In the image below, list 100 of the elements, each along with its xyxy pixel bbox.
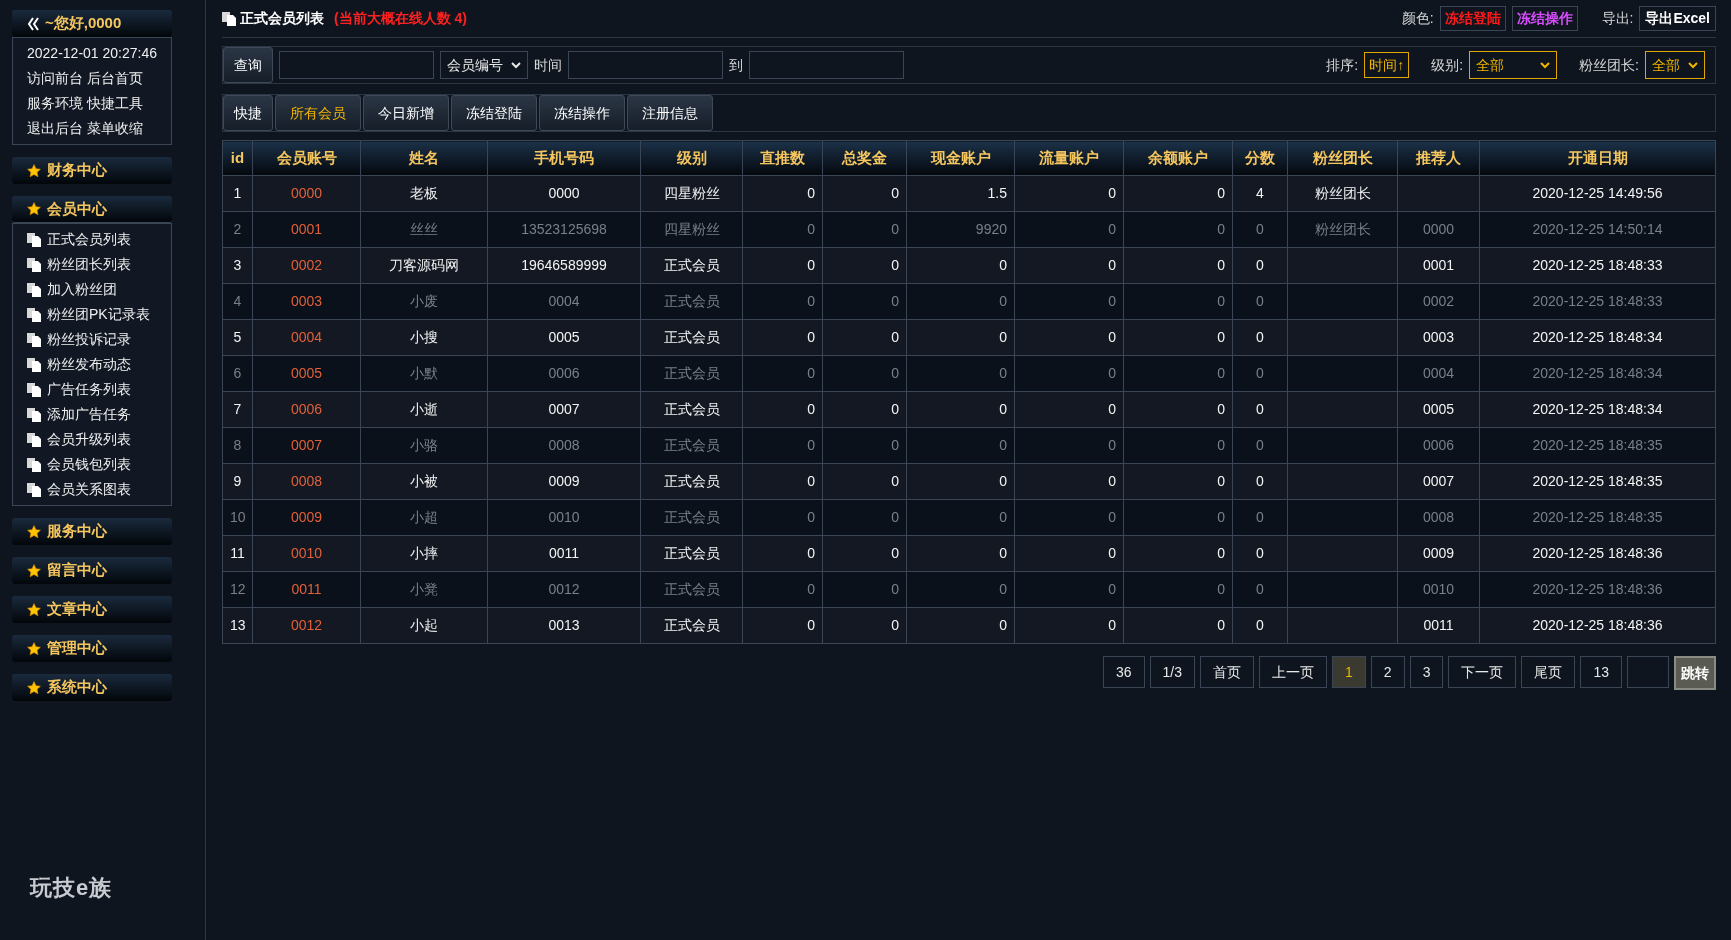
submenu-item[interactable]: 粉丝投诉记录: [27, 327, 171, 352]
page-number[interactable]: 1: [1332, 656, 1366, 688]
start-time-field[interactable]: [568, 51, 723, 79]
sidebar-link[interactable]: 快捷工具: [86, 95, 143, 111]
table-cell: 0: [1123, 535, 1233, 572]
table-cell[interactable]: 0004: [252, 319, 361, 356]
table-cell: 0013: [487, 607, 641, 644]
section-header[interactable]: 系统中心: [12, 674, 172, 701]
column-header[interactable]: 开通日期: [1479, 140, 1716, 176]
table-cell: 0000: [1397, 211, 1480, 248]
section-title: 会员中心: [47, 198, 107, 219]
search-field[interactable]: [279, 51, 434, 79]
page-field[interactable]: [1627, 656, 1669, 688]
filter-tab[interactable]: 所有会员: [275, 95, 361, 131]
submenu-item[interactable]: 粉丝团长列表: [27, 252, 171, 277]
table-cell[interactable]: 0011: [252, 571, 361, 608]
sidebar-link[interactable]: 菜单收缩: [86, 120, 143, 136]
table-cell: 正式会员: [640, 283, 743, 320]
section-header[interactable]: 留言中心: [12, 557, 172, 584]
export-button[interactable]: 导出Excel: [1639, 6, 1716, 31]
filter-tab[interactable]: 冻结操作: [539, 95, 625, 131]
page-link[interactable]: 尾页: [1521, 656, 1576, 688]
section-header[interactable]: 财务中心: [12, 157, 172, 184]
end-time-field[interactable]: [749, 51, 904, 79]
submenu-item[interactable]: 粉丝团PK记录表: [27, 302, 171, 327]
submenu-item[interactable]: 正式会员列表: [27, 227, 171, 252]
page-link[interactable]: 上一页: [1259, 656, 1328, 688]
column-header[interactable]: 级别: [640, 140, 743, 176]
column-header[interactable]: id: [222, 140, 253, 176]
table-cell[interactable]: 0009: [252, 499, 361, 536]
leader-select[interactable]: 全部: [1645, 51, 1705, 79]
table-cell[interactable]: 0000: [252, 175, 361, 212]
table-cell: 0: [906, 499, 1015, 536]
table-cell: 0011: [1397, 607, 1480, 644]
online-count: (当前大概在线人数 4): [334, 9, 467, 28]
table-cell: 0: [1232, 607, 1288, 644]
page-info: 36: [1103, 656, 1145, 688]
table-cell: 0010: [1397, 571, 1480, 608]
submenu-item[interactable]: 会员升级列表: [27, 427, 171, 452]
filter-tab[interactable]: 快捷: [223, 95, 273, 131]
column-header[interactable]: 总奖金: [822, 140, 907, 176]
table-cell[interactable]: 0010: [252, 535, 361, 572]
section-header[interactable]: 管理中心: [12, 635, 172, 662]
column-header[interactable]: 分数: [1232, 140, 1288, 176]
filter-tab[interactable]: 冻结登陆: [451, 95, 537, 131]
sidebar-link[interactable]: 访问前台: [27, 70, 83, 86]
table-cell: 正式会员: [640, 319, 743, 356]
column-header[interactable]: 余额账户: [1123, 140, 1233, 176]
filter-tab[interactable]: 今日新增: [363, 95, 449, 131]
search-button[interactable]: 查询: [223, 47, 273, 83]
page-link[interactable]: 首页: [1200, 656, 1255, 688]
column-header[interactable]: 现金账户: [906, 140, 1015, 176]
table-cell: 正式会员: [640, 427, 743, 464]
table-cell: 0: [822, 247, 907, 284]
submenu-item[interactable]: 广告任务列表: [27, 377, 171, 402]
collapse-icon[interactable]: [27, 16, 39, 31]
table-cell: 丝丝: [360, 211, 488, 248]
pages-icon: [27, 432, 41, 447]
column-header[interactable]: 姓名: [360, 140, 488, 176]
section-header[interactable]: 文章中心: [12, 596, 172, 623]
table-cell: 2020-12-25 14:49:56: [1479, 175, 1716, 212]
table-cell[interactable]: 0005: [252, 355, 361, 392]
submenu-item[interactable]: 添加广告任务: [27, 402, 171, 427]
jump-button[interactable]: 跳转: [1674, 656, 1716, 690]
page-link[interactable]: 下一页: [1448, 656, 1517, 688]
table-cell[interactable]: 0002: [252, 247, 361, 284]
table-cell[interactable]: 0001: [252, 211, 361, 248]
page-number[interactable]: 2: [1370, 656, 1405, 688]
sidebar-link[interactable]: 退出后台: [27, 120, 83, 136]
sidebar-link[interactable]: 服务环境: [27, 95, 83, 111]
section-header[interactable]: 服务中心: [12, 518, 172, 545]
sidebar-link[interactable]: 后台首页: [86, 70, 143, 86]
filter-tab[interactable]: 注册信息: [627, 95, 713, 131]
column-header[interactable]: 手机号码: [487, 140, 641, 176]
table-cell: 0: [1232, 571, 1288, 608]
level-select[interactable]: 全部: [1469, 51, 1558, 79]
section-header[interactable]: 会员中心: [12, 196, 172, 223]
column-header[interactable]: 粉丝团长: [1287, 140, 1398, 176]
table-cell: 0: [742, 211, 823, 248]
column-header[interactable]: 推荐人: [1397, 140, 1480, 176]
column-header[interactable]: 流量账户: [1014, 140, 1124, 176]
table-cell[interactable]: 0007: [252, 427, 361, 464]
column-header[interactable]: 会员账号: [252, 140, 361, 176]
page-number[interactable]: 3: [1409, 656, 1444, 688]
table-cell: 0: [1232, 211, 1288, 248]
sort-button[interactable]: 时间↑: [1364, 52, 1410, 78]
submenu-item[interactable]: 会员钱包列表: [27, 452, 171, 477]
table-cell[interactable]: 0008: [252, 463, 361, 500]
table-cell[interactable]: 0006: [252, 391, 361, 428]
greeting-header[interactable]: ~您好,0000: [12, 10, 172, 37]
table-cell: 0: [1232, 427, 1288, 464]
submenu-item[interactable]: 会员关系图表: [27, 477, 171, 502]
table-cell: 0: [906, 535, 1015, 572]
field-select[interactable]: 会员编号: [440, 51, 528, 79]
column-header[interactable]: 直推数: [742, 140, 823, 176]
table-cell[interactable]: 0012: [252, 607, 361, 644]
table-cell: 0: [822, 355, 907, 392]
submenu-item[interactable]: 加入粉丝团: [27, 277, 171, 302]
table-cell[interactable]: 0003: [252, 283, 361, 320]
submenu-item[interactable]: 粉丝发布动态: [27, 352, 171, 377]
